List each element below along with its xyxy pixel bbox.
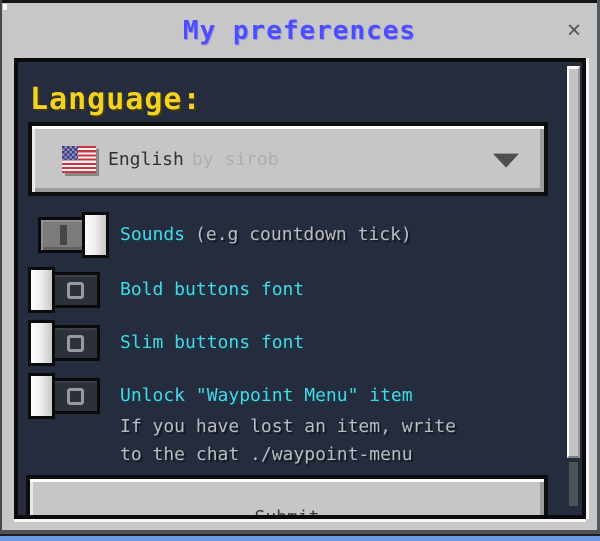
toggle-track (50, 378, 100, 414)
toggle-handle (28, 320, 55, 366)
language-selected-value: English by sirob (108, 149, 279, 170)
toggle-on-mark (60, 225, 67, 245)
waypoint-menu-label: Unlock "Waypoint Menu" item (120, 385, 413, 406)
sounds-label: Sounds (120, 224, 185, 245)
toggle-track (50, 272, 100, 308)
toggle-handle (28, 267, 55, 313)
toggle-row-sounds: Sounds (e.g countdown tick) (28, 212, 412, 258)
sounds-toggle[interactable] (28, 212, 108, 258)
toggle-off-mark (67, 388, 84, 405)
slim-font-toggle[interactable] (28, 320, 108, 366)
help-line: If you have lost an item, write (120, 413, 456, 441)
preferences-window: My preferences ✕ Language: English by sir… (0, 0, 600, 541)
toggle-row-slim-font: Slim buttons font (28, 320, 304, 366)
toggle-handle (82, 212, 109, 258)
language-dropdown[interactable]: English by sirob (28, 122, 548, 196)
bold-font-label: Bold buttons font (120, 279, 304, 300)
toggle-row-bold-font: Bold buttons font (28, 267, 304, 313)
close-icon[interactable]: ✕ (567, 18, 581, 41)
submit-label: Submit (254, 507, 319, 519)
bold-font-toggle[interactable] (28, 267, 108, 313)
preferences-panel: Language: English by sirob Sounds (e.g cou… (14, 58, 586, 519)
sounds-hint: (e.g countdown tick) (195, 224, 412, 245)
scrollbar-thumb[interactable] (567, 66, 580, 458)
language-attribution: by sirob (192, 149, 279, 170)
waypoint-menu-help: If you have lost an item, write to the c… (120, 413, 456, 469)
toggle-track (50, 325, 100, 361)
us-flag-icon (62, 146, 96, 173)
titlebar: My preferences ✕ (2, 3, 597, 58)
waypoint-menu-toggle[interactable] (28, 373, 108, 419)
window-title: My preferences (183, 16, 416, 46)
toggle-off-mark (67, 282, 84, 299)
chevron-down-icon (493, 154, 519, 168)
language-label: Language: (30, 82, 202, 117)
scrollbar[interactable] (567, 64, 580, 513)
toggle-off-mark (67, 335, 84, 352)
toggle-track (38, 217, 88, 253)
toggle-handle (28, 373, 55, 419)
toggle-row-waypoint-menu: Unlock "Waypoint Menu" item If you have … (28, 373, 456, 469)
bottom-blue-bar (0, 536, 600, 541)
submit-button[interactable]: Submit (26, 475, 548, 519)
language-name: English (108, 149, 184, 170)
scrollbar-track-remainder (569, 462, 578, 506)
help-line: to the chat ./waypoint-menu (120, 441, 456, 469)
window-left-border (0, 0, 2, 530)
slim-font-label: Slim buttons font (120, 332, 304, 353)
